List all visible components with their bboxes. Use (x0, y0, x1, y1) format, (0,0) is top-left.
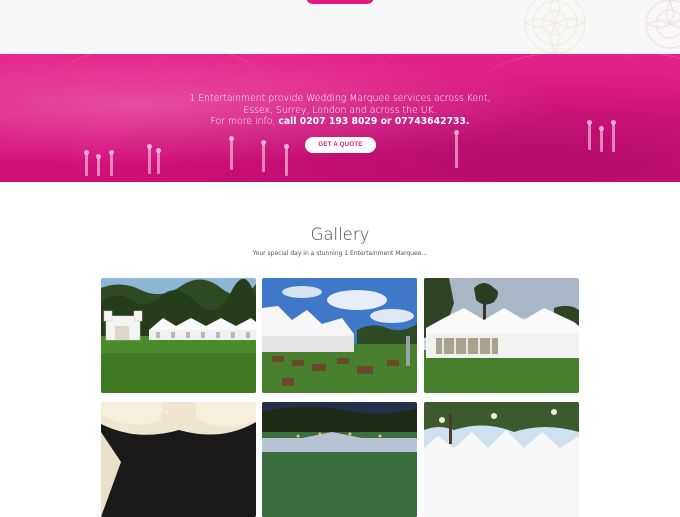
marquee-photo (424, 278, 579, 393)
marquee-photo (424, 402, 579, 517)
candle-decoration (284, 144, 289, 176)
top-section-button[interactable] (306, 0, 374, 4)
candle-decoration (84, 150, 89, 176)
gallery-subtitle: Your special day in a stunning 1 Enterta… (252, 250, 428, 257)
candle-decoration (147, 144, 152, 174)
gallery-image[interactable] (262, 402, 417, 517)
candle-decoration (611, 120, 616, 152)
candle-decoration (454, 130, 459, 168)
gallery-image[interactable] (424, 402, 579, 517)
hero-intro-text: 1 Entertainment provide Wedding Marquee … (140, 93, 540, 128)
get-a-quote-button[interactable]: GET A QUOTE (305, 137, 376, 153)
mandala-decoration-icon (644, 0, 680, 49)
candle-decoration (109, 150, 114, 176)
gallery-image[interactable] (424, 278, 579, 393)
gallery-image[interactable] (101, 402, 256, 517)
marquee-photo (262, 278, 417, 393)
candle-decoration (587, 120, 592, 150)
hero-info-prefix: For more info, (210, 116, 279, 127)
gallery-title: Gallery (310, 225, 370, 244)
hero-line-3: For more info, call 0207 193 8029 or 077… (140, 116, 540, 128)
phone-numbers[interactable]: call 0207 193 8029 or 07743642733. (278, 116, 469, 127)
gallery-image[interactable] (262, 278, 417, 393)
candle-decoration (156, 148, 161, 174)
candle-decoration (229, 136, 234, 170)
candle-decoration (96, 154, 101, 176)
hero-line-1: 1 Entertainment provide Wedding Marquee … (189, 93, 491, 104)
candle-decoration (599, 126, 604, 152)
gallery-image[interactable] (101, 278, 256, 393)
marquee-photo (262, 402, 417, 517)
marquee-photo (101, 402, 256, 517)
hero-line-2: Essex, Surrey, London and across the UK. (243, 104, 437, 116)
top-section (0, 0, 680, 54)
candle-decoration (261, 140, 266, 172)
mandala-decoration-icon (523, 0, 587, 54)
hero-banner: 1 Entertainment provide Wedding Marquee … (0, 54, 680, 182)
marquee-photo (101, 278, 256, 393)
